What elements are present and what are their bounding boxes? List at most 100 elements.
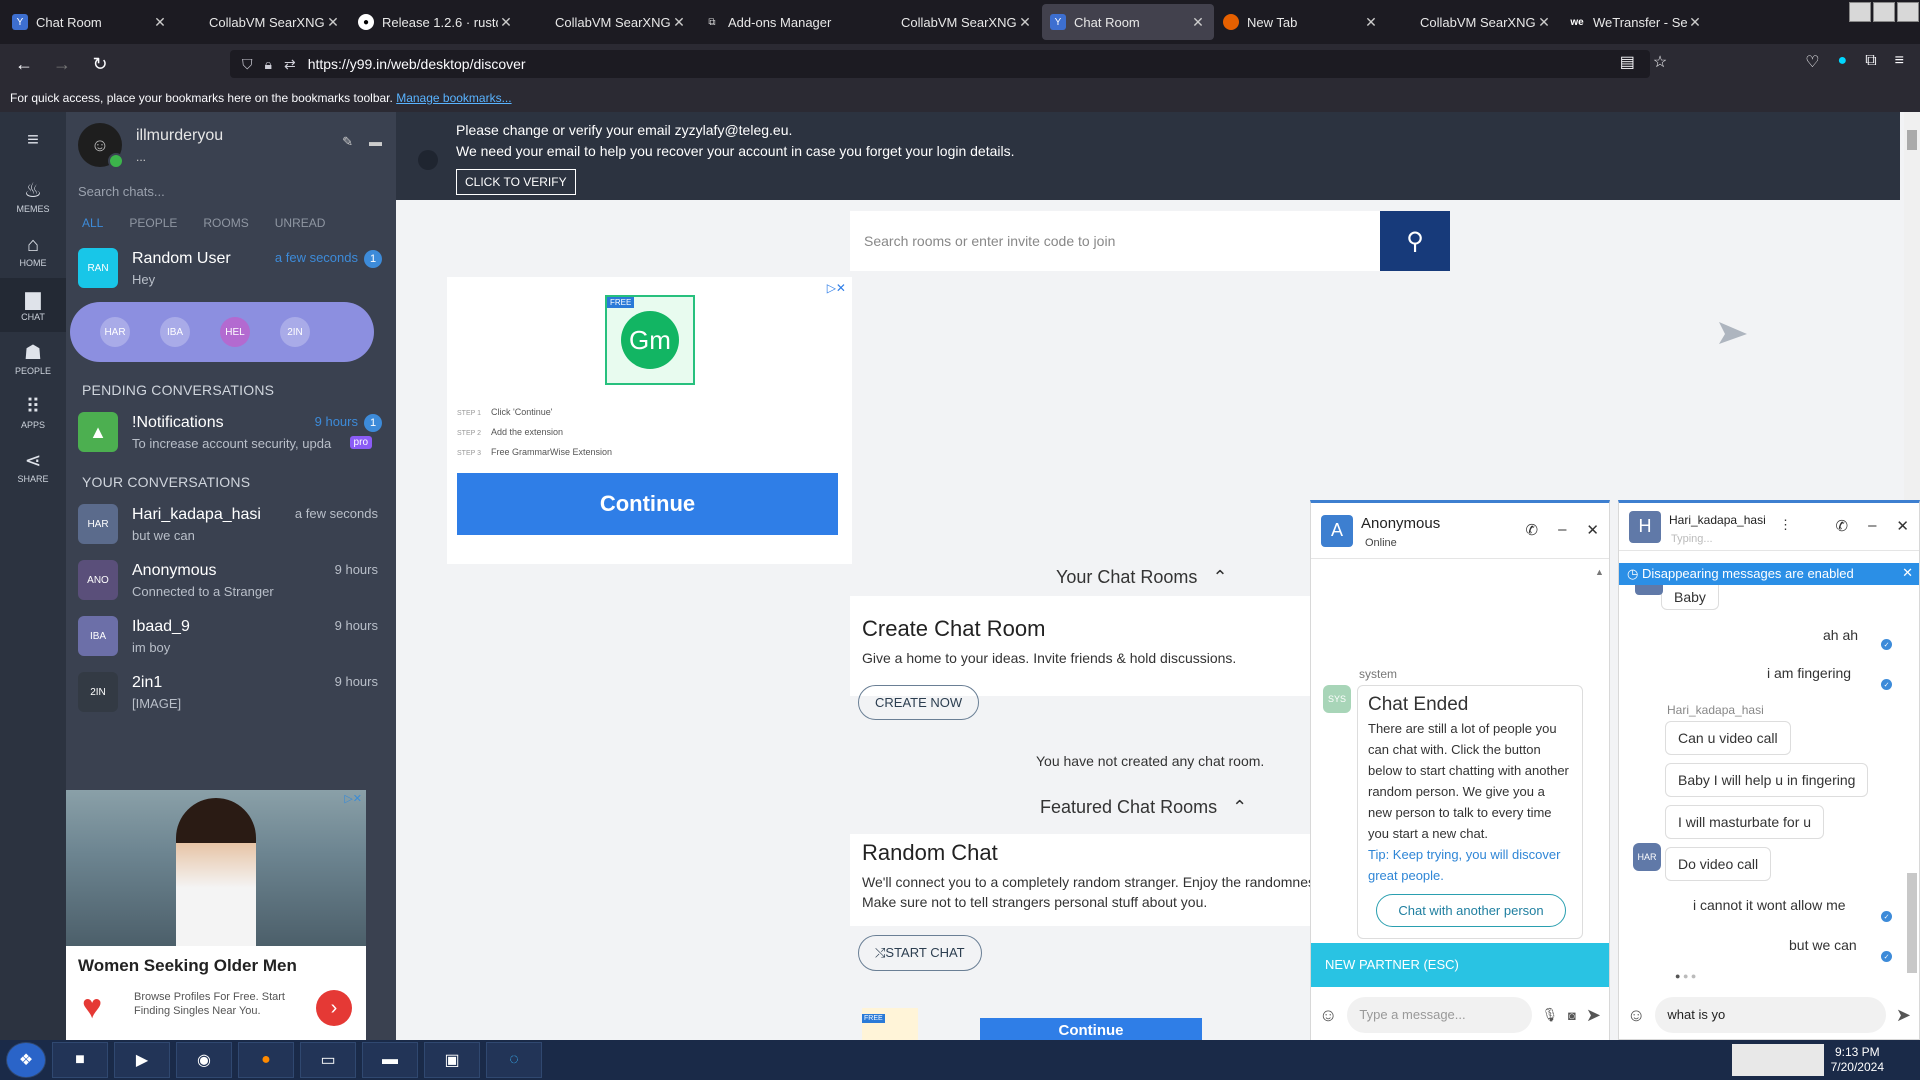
conversation-item[interactable]: 2IN 2in1 [IMAGE] 9 hours bbox=[66, 664, 396, 720]
browser-tab[interactable]: CollabVM SearXNG ✕ bbox=[869, 4, 1041, 40]
conversation-item[interactable]: ANO Anonymous Connected to a Stranger 9 h… bbox=[66, 552, 396, 608]
ad-continue-button[interactable]: Continue bbox=[980, 1018, 1202, 1040]
your-chat-rooms-heading[interactable]: Your Chat Rooms ⌃ bbox=[1056, 567, 1228, 588]
minimize-window-button[interactable] bbox=[1849, 2, 1871, 22]
conversation-item[interactable]: HAR Hari_kadapa_hasi but we can a few sec… bbox=[66, 496, 396, 552]
minimize-icon[interactable]: – bbox=[1868, 517, 1876, 535]
pocket-icon[interactable]: ♡ bbox=[1805, 52, 1819, 72]
microphone-icon[interactable]: 🎙︎ bbox=[1542, 1007, 1559, 1023]
filter-people[interactable]: PEOPLE bbox=[129, 216, 177, 240]
filter-rooms[interactable]: ROOMS bbox=[203, 216, 248, 240]
browser-tab[interactable]: weWeTransfer - Send La✕ bbox=[1561, 4, 1711, 40]
close-icon[interactable]: ✕ bbox=[1896, 517, 1909, 535]
edit-icon[interactable]: ✎ bbox=[342, 134, 353, 150]
avatar[interactable]: HEL bbox=[220, 317, 250, 347]
conversation-item[interactable]: IBA Ibaad_9 im boy 9 hours bbox=[66, 608, 396, 664]
browser-tab[interactable]: Y Chat Room ✕ bbox=[4, 4, 176, 40]
avatar[interactable]: ☺ bbox=[78, 123, 124, 169]
bookmark-star-icon[interactable]: ☆ bbox=[1653, 52, 1667, 72]
advertisement-dating[interactable]: ▷✕ Women Seeking Older Men ♥ Browse Prof… bbox=[66, 790, 366, 1040]
close-icon[interactable]: ✕ bbox=[498, 14, 514, 31]
ad-continue-button[interactable]: Continue bbox=[457, 473, 838, 535]
rail-home[interactable]: ⌂ HOME bbox=[0, 224, 66, 278]
rail-apps[interactable]: ⠿ APPS bbox=[0, 386, 66, 440]
close-icon[interactable]: ✕ bbox=[1017, 14, 1033, 31]
back-arrow-icon[interactable]: ← bbox=[10, 50, 38, 78]
filter-all[interactable]: ALL bbox=[82, 216, 103, 240]
permissions-icon[interactable]: ⇄ bbox=[284, 56, 296, 73]
browser-tab[interactable]: New Tab ✕ bbox=[1215, 4, 1387, 40]
close-icon[interactable]: ✕ bbox=[1687, 14, 1703, 31]
taskbar-clock[interactable]: 9:13 PM 7/20/2024 bbox=[1831, 1045, 1884, 1075]
chat-scrollbar[interactable]: ▲ bbox=[1595, 563, 1605, 933]
browser-tab[interactable]: ● Release 1.2.6 · rustde ✕ bbox=[350, 4, 522, 40]
forward-arrow-icon[interactable]: → bbox=[48, 50, 76, 78]
chat-scrollbar[interactable] bbox=[1907, 587, 1917, 977]
chevron-right-icon[interactable]: › bbox=[316, 990, 352, 1026]
rail-memes[interactable]: ♨ MEMES bbox=[0, 170, 66, 224]
taskbar-app-icon[interactable]: ▶ bbox=[114, 1042, 170, 1078]
browser-tab[interactable]: CollabVM SearXNG ✕ bbox=[177, 4, 349, 40]
emoji-icon[interactable]: ☺ bbox=[1319, 1005, 1337, 1026]
close-icon[interactable]: ✕ bbox=[671, 14, 687, 31]
phone-icon[interactable]: ✆ bbox=[1526, 521, 1539, 539]
avatar[interactable]: HAR bbox=[100, 317, 130, 347]
emoji-icon[interactable]: ☺ bbox=[1627, 1005, 1645, 1026]
start-chat-button[interactable]: ⤭START CHAT bbox=[858, 935, 982, 971]
rail-people[interactable]: ☗ PEOPLE bbox=[0, 332, 66, 386]
advertisement-grammarwise[interactable]: ▷✕ Gm FREE STEP 1 Click 'Continue' STEP 2… bbox=[447, 277, 852, 564]
close-icon[interactable]: ✕ bbox=[152, 14, 168, 31]
firefox-icon[interactable]: ● bbox=[238, 1042, 294, 1078]
maximize-window-button[interactable] bbox=[1873, 2, 1895, 22]
room-search-input[interactable]: Search rooms or enter invite code to joi… bbox=[850, 211, 1380, 271]
browser-tab[interactable]: CollabVM SearXNG ✕ bbox=[523, 4, 695, 40]
close-icon[interactable]: ✕ bbox=[1586, 521, 1599, 539]
chat-with-another-button[interactable]: Chat with another person bbox=[1376, 894, 1566, 927]
message-input[interactable]: Type a message... bbox=[1347, 997, 1532, 1033]
chat-search-input[interactable]: Search chats... bbox=[66, 178, 396, 206]
browser-tab[interactable]: CollabVM SearXNG ✕ bbox=[1388, 4, 1560, 40]
phone-icon[interactable]: ✆ bbox=[1836, 517, 1849, 535]
system-tray[interactable] bbox=[1732, 1044, 1824, 1076]
more-options-icon[interactable]: ⋮ bbox=[1779, 517, 1792, 533]
avatar[interactable]: IBA bbox=[160, 317, 190, 347]
close-icon[interactable]: ✕ bbox=[325, 14, 341, 31]
taskbar-app-icon[interactable]: ◉ bbox=[176, 1042, 232, 1078]
close-window-button[interactable] bbox=[1897, 2, 1919, 22]
avatar[interactable]: 2IN bbox=[280, 317, 310, 347]
menu-icon[interactable]: ≡ bbox=[1895, 52, 1904, 72]
browser-tab-active[interactable]: Y Chat Room ✕ bbox=[1042, 4, 1214, 40]
create-now-button[interactable]: CREATE NOW bbox=[858, 685, 980, 720]
rail-share[interactable]: ⋖ SHARE bbox=[0, 440, 66, 494]
url-bar[interactable]: ⛉ 🔒︎ ⇄ https://y99.in/web/desktop/discov… bbox=[230, 50, 1650, 78]
send-icon[interactable]: ➤ bbox=[1896, 1005, 1911, 1026]
filter-unread[interactable]: UNREAD bbox=[275, 216, 326, 240]
hamburger-menu-button[interactable]: ≡ bbox=[0, 112, 66, 170]
taskbar-app-icon[interactable]: ▬ bbox=[362, 1042, 418, 1078]
ad-close-icon[interactable]: ▷✕ bbox=[344, 792, 362, 805]
search-button[interactable]: ⚲ bbox=[1380, 211, 1450, 271]
lock-icon[interactable]: 🔒︎ bbox=[265, 56, 272, 73]
new-partner-button[interactable]: NEW PARTNER (ESC) bbox=[1311, 943, 1609, 987]
close-icon[interactable]: ✕ bbox=[1363, 14, 1379, 31]
verify-button[interactable]: CLICK TO VERIFY bbox=[456, 169, 576, 195]
browser-tab[interactable]: ⧉ Add-ons Manager bbox=[696, 4, 868, 40]
conversation-random-user[interactable]: RAN Random User Hey a few seconds 1 bbox=[66, 240, 396, 296]
reload-icon[interactable]: ↻ bbox=[86, 50, 114, 78]
ad-close-icon[interactable]: ▷✕ bbox=[827, 281, 846, 295]
message-input[interactable]: what is yo bbox=[1655, 997, 1886, 1033]
send-icon[interactable]: ➤ bbox=[1586, 1005, 1601, 1026]
rail-chat[interactable]: ▆ CHAT bbox=[0, 278, 66, 332]
taskbar-app-icon[interactable]: ▣ bbox=[424, 1042, 480, 1078]
start-icon[interactable]: ❖ bbox=[6, 1042, 46, 1078]
taskbar-app-icon[interactable]: ▭ bbox=[300, 1042, 356, 1078]
account-icon[interactable]: ● bbox=[1838, 52, 1848, 72]
featured-rooms-heading[interactable]: Featured Chat Rooms ⌃ bbox=[1040, 797, 1247, 818]
minimize-icon[interactable]: – bbox=[1558, 521, 1566, 539]
contact-card-icon[interactable]: ▬ bbox=[369, 134, 382, 150]
close-icon[interactable]: ✕ bbox=[1190, 14, 1206, 31]
conversation-notifications[interactable]: ▲ !Notifications To increase account secu… bbox=[66, 404, 396, 460]
shield-icon[interactable]: ⛉ bbox=[242, 56, 253, 73]
reader-view-icon[interactable]: ▤ bbox=[1620, 52, 1635, 72]
taskbar-app-icon[interactable]: ■ bbox=[52, 1042, 108, 1078]
